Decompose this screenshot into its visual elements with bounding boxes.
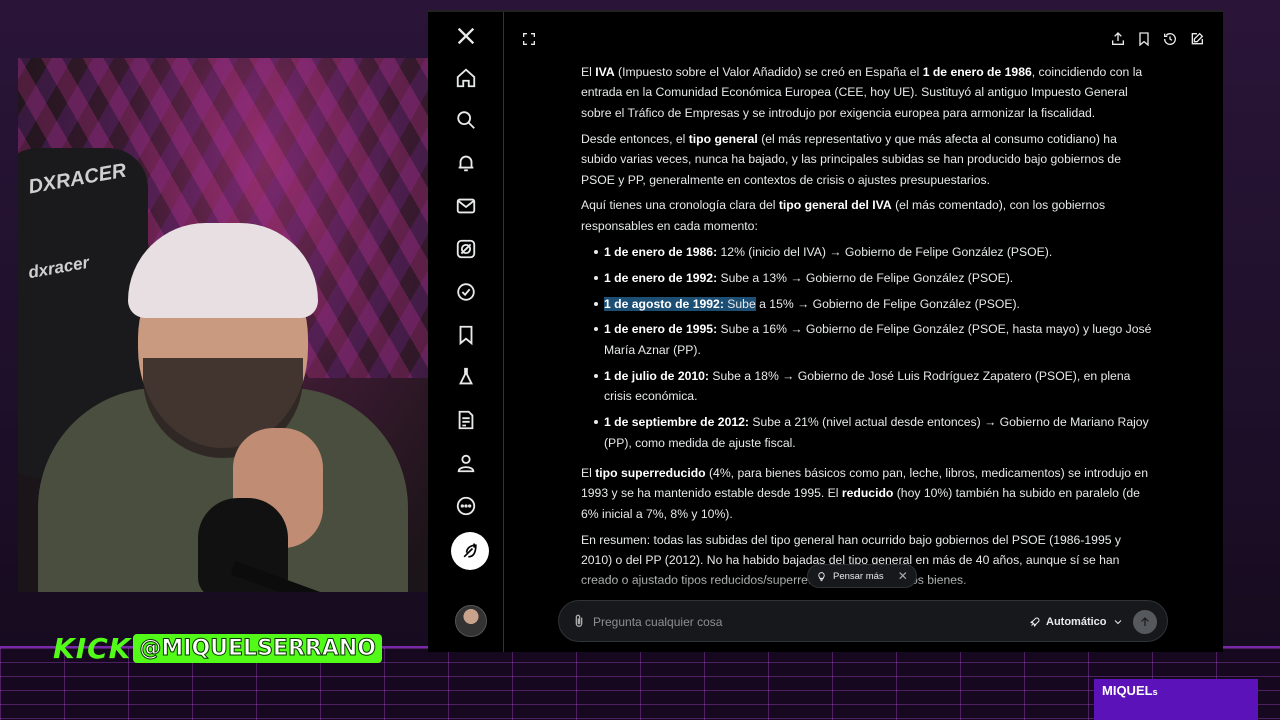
prompt-input[interactable]	[593, 612, 973, 632]
mode-label: Automático	[1046, 616, 1107, 628]
composer: Automático	[558, 600, 1168, 642]
kick-banner: KICK @MIQUELSERRANO	[53, 631, 382, 665]
timeline-item: 1 de septiembre de 2012: Sube a 21% (niv…	[581, 412, 1153, 453]
text: (Impuesto sobre el Valor Añadido) se cre…	[614, 65, 923, 79]
expand-icon[interactable]	[518, 28, 540, 50]
text-bold: IVA	[595, 65, 615, 79]
rocket-icon	[1030, 617, 1040, 627]
profile-icon[interactable]	[448, 445, 484, 481]
timeline-item: 1 de enero de 1995: Sube a 16% → Gobiern…	[581, 319, 1153, 360]
grok-response: El IVA (Impuesto sobre el Valor Añadido)…	[581, 62, 1153, 596]
mode-selector[interactable]: Automático	[1029, 613, 1124, 631]
kick-handle: @MIQUELSERRANO	[133, 633, 382, 663]
timeline-text: Sube a 13% → Gobierno de Felipe González…	[717, 270, 1014, 285]
history-icon[interactable]	[1159, 28, 1181, 50]
share-icon[interactable]	[1107, 28, 1129, 50]
more-icon[interactable]	[448, 488, 484, 524]
timeline-date: 1 de enero de 1986:	[604, 244, 718, 259]
timeline-text: 12% (inicio del IVA) → Gobierno de Felip…	[717, 244, 1053, 259]
text-bold: tipo general del IVA	[778, 198, 892, 213]
response-paragraph: El tipo superreducido (4%, para bienes b…	[581, 463, 1153, 524]
grok-chat: El IVA (Impuesto sobre el Valor Añadido)…	[505, 12, 1223, 652]
response-paragraph: Aquí tienes una cronología clara del tip…	[581, 195, 1153, 236]
text: Aquí tienes una cronología clara del	[581, 198, 779, 213]
mail-icon[interactable]	[448, 188, 484, 224]
text-bold: tipo superreducido	[595, 465, 706, 480]
text: Desde entonces, el	[581, 131, 689, 146]
timeline-item-selected: 1 de agosto de 1992: Sube a 15% → Gobier…	[581, 294, 1153, 314]
timeline-item: 1 de enero de 1986: 12% (inicio del IVA)…	[581, 242, 1153, 262]
timeline-date: 1 de enero de 1995:	[604, 322, 718, 337]
chat-toolbar	[505, 28, 1223, 52]
corner-badge-label: MIQUEL	[1102, 683, 1153, 698]
lightbulb-icon	[818, 571, 825, 581]
arrow-up-icon	[1141, 617, 1149, 626]
kick-logo: KICK	[53, 631, 132, 665]
grok-compose-button[interactable]	[451, 532, 489, 570]
bookmark-chat-icon[interactable]	[1133, 28, 1155, 50]
send-button[interactable]	[1133, 610, 1157, 634]
bookmark-icon[interactable]	[448, 317, 484, 353]
timeline-text: a 15% → Gobierno de Felipe González (PSO…	[755, 296, 1020, 311]
iva-timeline-list: 1 de enero de 1986: 12% (inicio del IVA)…	[581, 242, 1153, 453]
text-bold: reducido	[841, 486, 894, 501]
verified-icon[interactable]	[448, 274, 484, 310]
text: El	[581, 65, 596, 79]
think-more-button[interactable]: Pensar más ✕	[807, 564, 917, 588]
grok-icon[interactable]	[448, 231, 484, 267]
corner-badge: MIQUELs	[1094, 679, 1258, 720]
close-icon[interactable]: ✕	[898, 569, 908, 583]
attach-icon[interactable]	[571, 613, 587, 629]
text-bold: 1 de enero de 1986	[922, 65, 1032, 79]
timeline-text-selected: Sube	[723, 296, 756, 311]
timeline-item: 1 de julio de 2010: Sube a 18% → Gobiern…	[581, 366, 1153, 407]
search-icon[interactable]	[448, 102, 484, 138]
bell-icon[interactable]	[448, 145, 484, 181]
timeline-date: 1 de enero de 1992:	[604, 270, 718, 285]
chair-brand-top: DXRACER	[26, 159, 128, 199]
timeline-date: 1 de septiembre de 2012:	[604, 415, 749, 430]
x-sidebar	[428, 12, 504, 652]
x-grok-window: El IVA (Impuesto sobre el Valor Añadido)…	[428, 10, 1223, 652]
new-chat-icon[interactable]	[1186, 28, 1208, 50]
feather-plus-icon	[463, 543, 477, 558]
home-icon[interactable]	[448, 60, 484, 96]
timeline-date: 1 de julio de 2010:	[604, 368, 709, 383]
text-bold: tipo general	[688, 131, 758, 146]
timeline-item: 1 de enero de 1992: Sube a 13% → Gobiern…	[581, 268, 1153, 288]
chevron-down-icon	[1114, 620, 1121, 625]
response-paragraph: El IVA (Impuesto sobre el Valor Añadido)…	[581, 62, 1153, 123]
compose-list-icon[interactable]	[448, 402, 484, 438]
webcam-feed: DXRACER dxracer	[18, 58, 428, 592]
chair-brand-side: dxracer	[26, 252, 91, 283]
x-logo-icon[interactable]	[448, 18, 484, 54]
corner-badge-suffix: s	[1152, 687, 1158, 697]
timeline-date: 1 de agosto de 1992:	[604, 296, 724, 311]
text: El	[581, 465, 596, 480]
avatar[interactable]	[455, 605, 487, 637]
response-paragraph: Desde entonces, el tipo general (el más …	[581, 129, 1153, 190]
think-more-label: Pensar más	[833, 570, 884, 582]
flask-icon[interactable]	[448, 359, 484, 395]
